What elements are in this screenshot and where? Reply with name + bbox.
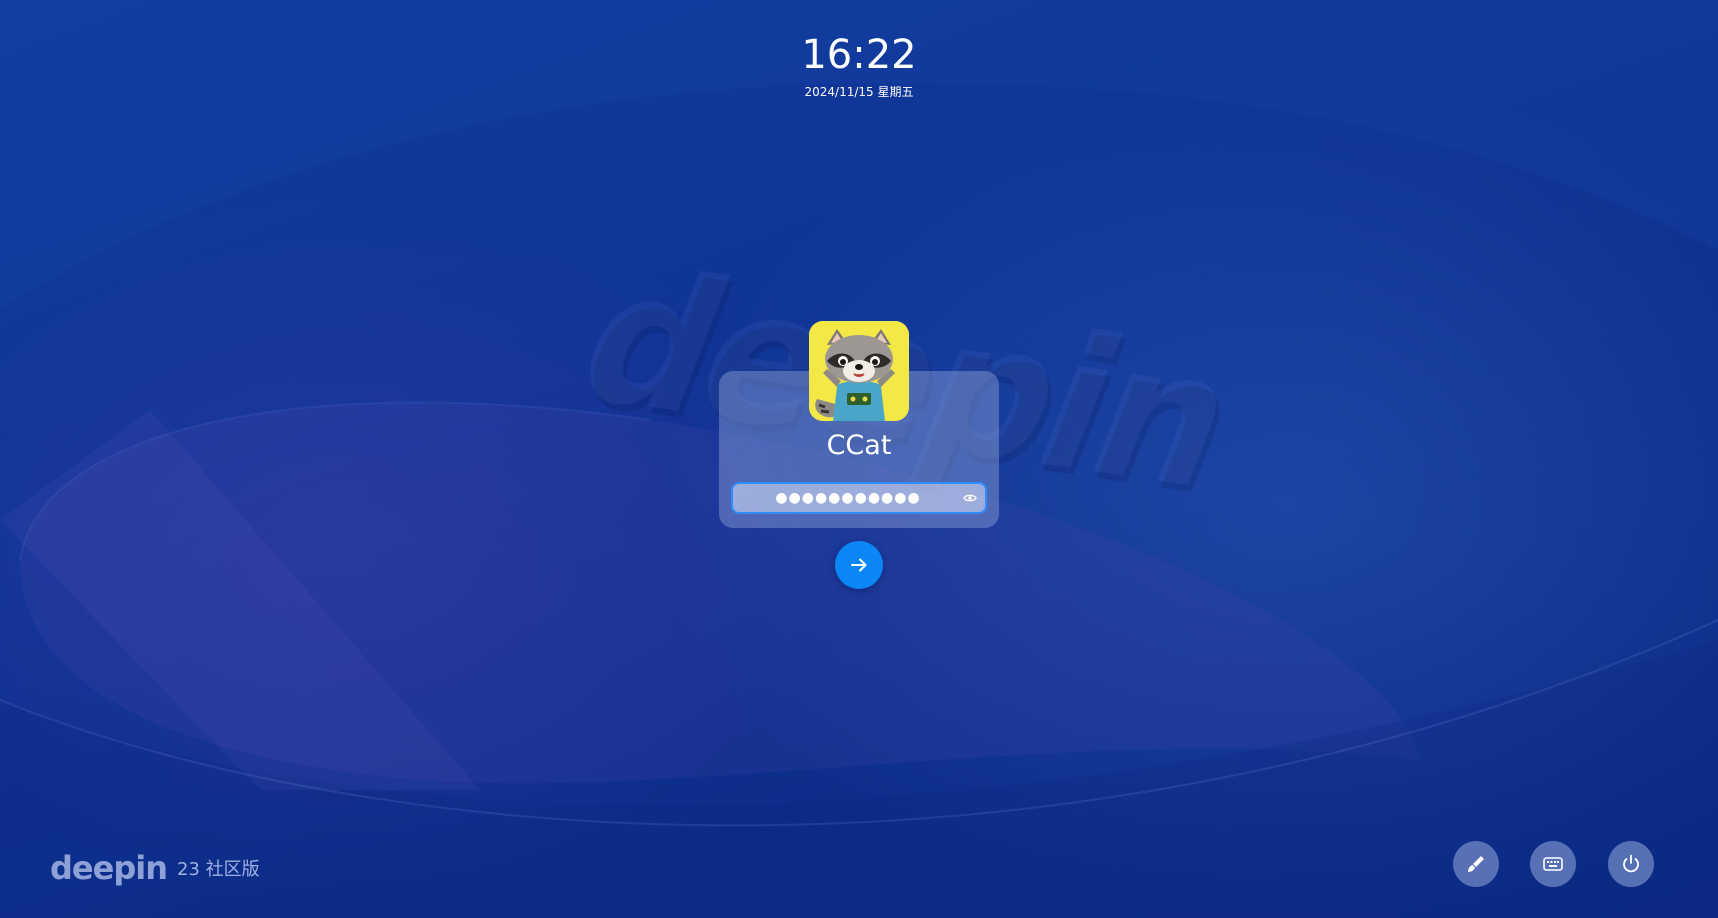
raccoon-avatar-icon [809, 321, 909, 421]
password-mask: ●●●●●●●●●●● [775, 490, 921, 506]
username-label: CCat [826, 430, 892, 461]
brand-version: 23 社区版 [176, 859, 260, 880]
keyboard-icon [1543, 857, 1563, 871]
login-submit-button[interactable] [835, 541, 883, 589]
power-button[interactable] [1608, 841, 1654, 887]
brush-icon [1468, 856, 1484, 872]
clock-time: 16:22 [801, 32, 917, 78]
clock-date: 2024/11/15 星期五 [804, 85, 914, 99]
user-avatar[interactable] [809, 321, 909, 421]
theme-button[interactable] [1453, 841, 1499, 887]
deepin-logo: deepin [50, 849, 168, 887]
arrow-right-icon [851, 558, 867, 572]
brand: deepin 23 社区版 [50, 848, 260, 888]
clock: 16:22 2024/11/15 星期五 [0, 28, 1718, 100]
keyboard-button[interactable] [1530, 841, 1576, 887]
eye-icon[interactable] [963, 493, 977, 503]
power-icon [1623, 854, 1639, 873]
password-input[interactable]: ●●●●●●●●●●● [731, 482, 987, 514]
lock-screen: deepin 16:22 2024/11/15 星期五 [0, 0, 1718, 918]
